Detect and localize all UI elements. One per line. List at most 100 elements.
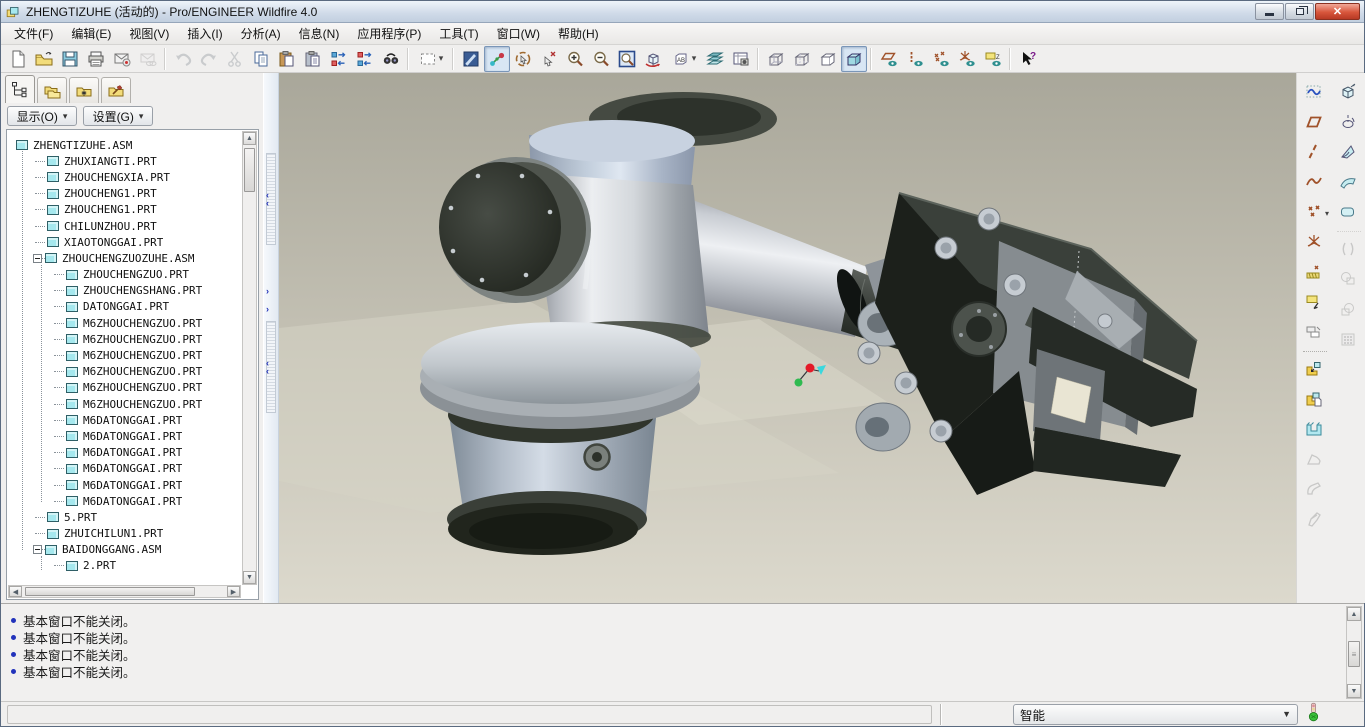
wireframe-button[interactable]: [763, 46, 789, 72]
scroll-thumb[interactable]: [25, 587, 195, 596]
saved-views-button[interactable]: AB: [666, 46, 702, 72]
copy-button[interactable]: [248, 46, 274, 72]
annotation-tool-button[interactable]: [1300, 289, 1328, 315]
tree-item[interactable]: 5.PRT: [8, 509, 241, 525]
sketch-tool-button[interactable]: [1300, 259, 1328, 285]
point-display-button[interactable]: [928, 46, 954, 72]
menu-item[interactable]: 应用程序(P): [348, 23, 430, 44]
graphics-area[interactable]: [279, 73, 1296, 603]
model-tree-tab-button[interactable]: [5, 75, 35, 103]
regenerate-button[interactable]: [326, 46, 352, 72]
rib-tool-button[interactable]: [1300, 446, 1328, 472]
tree-item[interactable]: M6DATONGGAI.PRT: [8, 445, 241, 461]
datum-plane-display-button[interactable]: [876, 46, 902, 72]
trim-tool-button[interactable]: [1334, 266, 1362, 292]
close-button[interactable]: ✕: [1315, 3, 1360, 20]
extrude-tool-button[interactable]: [1334, 79, 1362, 105]
datum-axis-display-button[interactable]: [902, 46, 928, 72]
menu-item[interactable]: 插入(I): [178, 23, 231, 44]
tree-item[interactable]: M6DATONGGAI.PRT: [8, 412, 241, 428]
tree-item[interactable]: M6DATONGGAI.PRT: [8, 477, 241, 493]
tree-item[interactable]: ZHOUCHENGZUO.PRT: [8, 267, 241, 283]
flange-ring[interactable]: [421, 322, 701, 404]
tree-item[interactable]: M6ZHOUCHENGZUO.PRT: [8, 364, 241, 380]
tree-item[interactable]: M6ZHOUCHENGZUO.PRT: [8, 380, 241, 396]
hidden-line-button[interactable]: [789, 46, 815, 72]
menu-item[interactable]: 编辑(E): [62, 23, 120, 44]
tree-item[interactable]: ZHOUCHENG1.PRT: [8, 186, 241, 202]
redo-button[interactable]: [196, 46, 222, 72]
context-help-button[interactable]: ?: [1015, 46, 1041, 72]
assemble-button[interactable]: [1300, 356, 1328, 382]
minimize-button[interactable]: [1255, 3, 1284, 20]
scroll-up-button[interactable]: ▲: [243, 132, 256, 145]
scroll-left-button[interactable]: ◀: [9, 586, 22, 597]
tree-item[interactable]: M6ZHOUCHENGZUO.PRT: [8, 347, 241, 363]
tree-horizontal-scrollbar[interactable]: ◀ ▶: [8, 585, 241, 598]
tree-item[interactable]: M6ZHOUCHENGZUO.PRT: [8, 396, 241, 412]
csys-display-button[interactable]: [954, 46, 980, 72]
layers-button[interactable]: [702, 46, 728, 72]
paste-special-button[interactable]: [300, 46, 326, 72]
scroll-thumb[interactable]: [244, 148, 255, 192]
zoom-fit-button[interactable]: [614, 46, 640, 72]
paste-button[interactable]: [274, 46, 300, 72]
vss-tool-button[interactable]: [1334, 139, 1362, 165]
shaded-button[interactable]: [841, 46, 867, 72]
menu-item[interactable]: 视图(V): [120, 23, 178, 44]
tree-item[interactable]: ZHENGTIZUHE.ASM: [8, 137, 241, 153]
tree-item[interactable]: M6DATONGGAI.PRT: [8, 428, 241, 444]
custom-regenerate-button[interactable]: [352, 46, 378, 72]
message-scrollbar[interactable]: ▲ ≡ ▼: [1346, 606, 1362, 699]
select-rect-button[interactable]: [413, 46, 449, 72]
tree-item[interactable]: BAIDONGGANG.ASM: [8, 542, 241, 558]
datum-point-tool-button[interactable]: [1300, 199, 1328, 225]
orient-mode-button[interactable]: [510, 46, 536, 72]
csys-tool-button[interactable]: [1300, 229, 1328, 255]
scroll-down-button[interactable]: ▼: [243, 571, 256, 584]
title-bar[interactable]: ZHENGTIZUHE (活动的) - Pro/ENGINEER Wildfir…: [1, 1, 1364, 23]
selection-filter-combobox[interactable]: 智能 ▼: [1013, 704, 1298, 725]
menu-item[interactable]: 分析(A): [232, 23, 290, 44]
menu-item[interactable]: 帮助(H): [549, 23, 608, 44]
save-button[interactable]: [57, 46, 83, 72]
cut-button[interactable]: [222, 46, 248, 72]
favorites-tab-button[interactable]: [69, 77, 99, 103]
tree-item[interactable]: ZHUICHILUN1.PRT: [8, 526, 241, 542]
tree-item[interactable]: M6DATONGGAI.PRT: [8, 493, 241, 509]
zoom-out-button[interactable]: [588, 46, 614, 72]
scroll-thumb[interactable]: ≡: [1348, 641, 1360, 667]
collapse-toggle[interactable]: [33, 254, 42, 263]
style-tool-button[interactable]: [1300, 79, 1328, 105]
collapse-toggle[interactable]: [33, 545, 42, 554]
scroll-down-button[interactable]: ▼: [1347, 684, 1361, 698]
repaint-button[interactable]: [458, 46, 484, 72]
create-component-button[interactable]: [1300, 386, 1328, 412]
folder-browser-tab-button[interactable]: [37, 77, 67, 103]
scroll-up-button[interactable]: ▲: [1347, 607, 1361, 621]
new-button[interactable]: [5, 46, 31, 72]
merge-tool-button[interactable]: [1334, 236, 1362, 262]
sweep-tool-button[interactable]: [1300, 476, 1328, 502]
settings-dropdown-button[interactable]: 设置(G): [83, 106, 153, 126]
tree-item[interactable]: ZHOUCHENGXIA.PRT: [8, 169, 241, 185]
mail-button[interactable]: [109, 46, 135, 72]
tree-item[interactable]: XIAOTONGGAI.PRT: [8, 234, 241, 250]
collapse-left-icon[interactable]: ‹‹: [266, 359, 269, 375]
tree-item[interactable]: ZHOUCHENG1.PRT: [8, 202, 241, 218]
open-button[interactable]: [31, 46, 57, 72]
menu-item[interactable]: 信息(N): [290, 23, 349, 44]
tree-vertical-scrollbar[interactable]: ▲ ▼: [242, 131, 257, 585]
tree-item[interactable]: 2.PRT: [8, 558, 241, 574]
find-button[interactable]: [378, 46, 404, 72]
history-tab-button[interactable]: [101, 77, 131, 103]
offset-tool-button[interactable]: [1334, 296, 1362, 322]
view-manager-button[interactable]: [728, 46, 754, 72]
stop-spin-button[interactable]: [536, 46, 562, 72]
pattern-tool-button[interactable]: [1300, 319, 1328, 345]
hole-grid-tool-button[interactable]: [1334, 326, 1362, 352]
tree-item[interactable]: ZHUXIANGTI.PRT: [8, 153, 241, 169]
curve-tool-button[interactable]: [1300, 169, 1328, 195]
mail-link-button[interactable]: [135, 46, 161, 72]
spin-center-button[interactable]: [484, 46, 510, 72]
